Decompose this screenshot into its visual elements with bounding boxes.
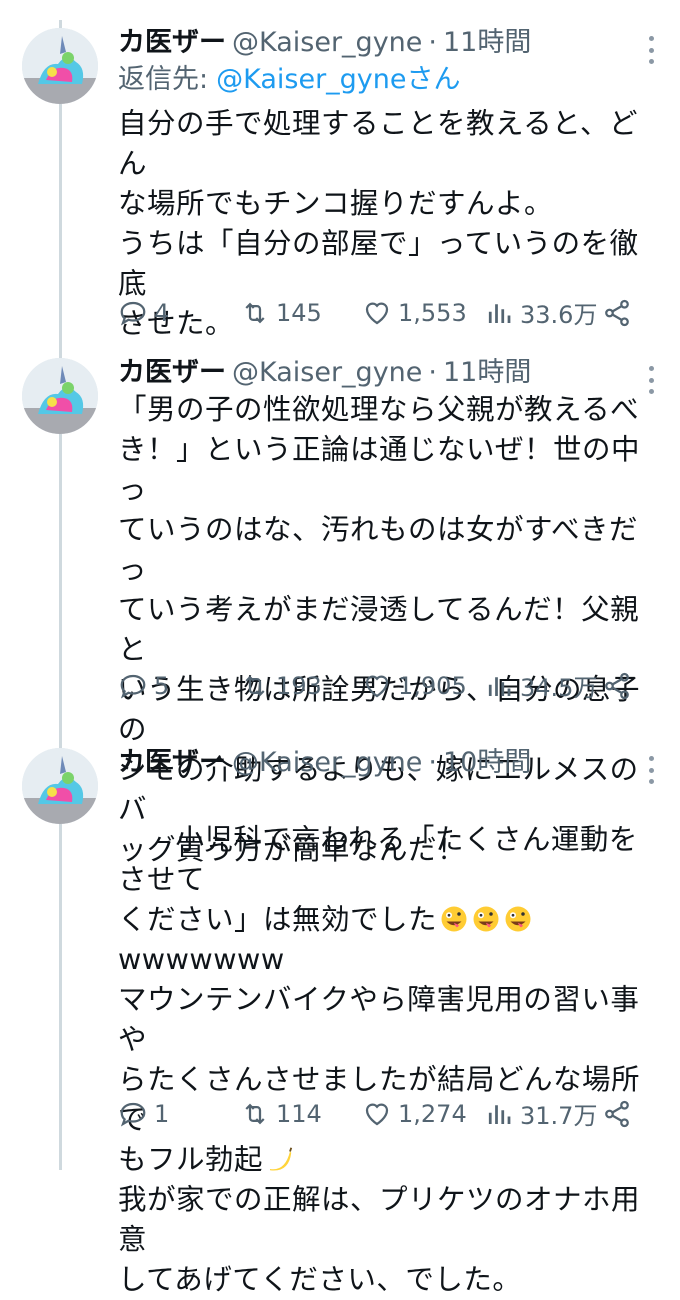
view-count: 33.6万 — [520, 301, 598, 329]
reply-to-label: 返信先: — [118, 64, 209, 95]
display-name[interactable]: カ医ザー — [118, 20, 226, 59]
reply-mention-link[interactable]: @Kaiser_gyneさん — [216, 64, 460, 95]
bar-chart-icon — [488, 676, 511, 696]
reply-button[interactable]: 4 — [118, 298, 240, 328]
reply-button[interactable]: 1 — [118, 1099, 240, 1129]
reply-count: 4 — [154, 298, 170, 327]
bar-chart-icon — [488, 1104, 511, 1124]
tweet-actions: 4 145 1,553 33.6万 — [118, 295, 660, 330]
like-count: 1,274 — [398, 1099, 467, 1128]
retweet-button[interactable]: 114 — [240, 1099, 362, 1129]
thread-connector — [59, 822, 62, 1170]
timestamp[interactable]: 11時間 — [443, 20, 531, 59]
display-name[interactable]: カ医ザー — [118, 740, 226, 779]
share-icon — [605, 672, 629, 699]
view-count: 31.7万 — [520, 1102, 598, 1130]
zany-face-emoji — [441, 906, 467, 932]
tweet-text-line: 我が家での正解は、プリケツのオナホ用意 してあげてください、でした。 — [118, 1183, 641, 1296]
timestamp[interactable]: 10時間 — [443, 740, 531, 779]
speech-bubble-icon — [120, 674, 146, 699]
tweet-text: 小児科で言われる「たくさん運動をさせて ください」は無効でした wwwwwww … — [118, 780, 660, 1300]
separator-dot: · — [428, 747, 437, 778]
tweet-actions: 5 193 1,905 34.5万 — [118, 668, 660, 703]
timestamp[interactable]: 11時間 — [443, 350, 531, 389]
retweet-icon — [245, 302, 265, 323]
retweet-count: 114 — [276, 1099, 322, 1128]
avatar[interactable] — [22, 358, 98, 434]
tweet-text-line: 小児科で言われる「たくさん運動をさせて — [118, 823, 638, 896]
tweet[interactable]: カ医ザー @Kaiser_gyne · 11時間 返信先: @Kaiser_gyn… — [0, 20, 680, 360]
retweet-count: 193 — [276, 671, 322, 700]
user-handle[interactable]: @Kaiser_gyne — [232, 27, 422, 58]
like-count: 1,905 — [398, 671, 467, 700]
retweet-button[interactable]: 193 — [240, 671, 362, 701]
banana-emoji — [270, 1147, 293, 1171]
tweet[interactable]: カ医ザー @Kaiser_gyne · 10時間 小児科で言われる「たくさん運動… — [0, 740, 680, 1296]
tweet[interactable]: カ医ザー @Kaiser_gyne · 11時間 「男の子の性欲処理なら父親が教… — [0, 350, 680, 866]
views-button[interactable]: 31.7万 — [484, 1096, 602, 1131]
tweet-actions: 1 114 1,274 31.7万 — [118, 1096, 660, 1131]
user-handle[interactable]: @Kaiser_gyne — [232, 357, 422, 388]
avatar[interactable] — [22, 28, 98, 104]
more-vertical-icon[interactable] — [648, 366, 654, 394]
thread-connector — [59, 432, 62, 750]
like-button[interactable]: 1,553 — [362, 298, 484, 328]
retweet-icon — [245, 1103, 265, 1124]
heart-icon — [365, 675, 389, 697]
view-count: 34.5万 — [520, 674, 598, 702]
reply-context: 返信先: @Kaiser_gyneさん — [118, 60, 660, 100]
share-button[interactable] — [602, 298, 632, 328]
views-button[interactable]: 33.6万 — [484, 295, 602, 330]
separator-dot: · — [428, 357, 437, 388]
avatar[interactable] — [22, 748, 98, 824]
retweet-icon — [245, 675, 265, 696]
zany-face-emoji — [505, 906, 531, 932]
views-button[interactable]: 34.5万 — [484, 668, 602, 703]
more-vertical-icon[interactable] — [648, 756, 654, 784]
heart-icon — [365, 1103, 389, 1125]
zany-face-emoji — [473, 906, 499, 932]
thread-connector — [59, 102, 62, 360]
retweet-button[interactable]: 145 — [240, 298, 362, 328]
heart-icon — [365, 302, 389, 324]
speech-bubble-icon — [120, 1102, 146, 1127]
share-button[interactable] — [602, 1099, 632, 1129]
user-handle[interactable]: @Kaiser_gyne — [232, 747, 422, 778]
share-button[interactable] — [602, 671, 632, 701]
like-button[interactable]: 1,274 — [362, 1099, 484, 1129]
reply-button[interactable]: 5 — [118, 671, 240, 701]
share-icon — [605, 299, 629, 326]
tweet-text-line: wwwwwww マウンテンバイクやら障害児用の習い事や らたくさんさせましたが結… — [118, 943, 641, 1176]
more-vertical-icon[interactable] — [648, 36, 654, 64]
reply-count: 1 — [154, 1099, 170, 1128]
reply-count: 5 — [154, 671, 170, 700]
speech-bubble-icon — [120, 301, 146, 326]
share-icon — [605, 1100, 629, 1127]
separator-dot: · — [428, 27, 437, 58]
tweet-text-line: ください」は無効でした — [118, 903, 438, 936]
retweet-count: 145 — [276, 298, 322, 327]
bar-chart-icon — [488, 303, 511, 323]
like-button[interactable]: 1,905 — [362, 671, 484, 701]
display-name[interactable]: カ医ザー — [118, 350, 226, 389]
like-count: 1,553 — [398, 298, 467, 327]
